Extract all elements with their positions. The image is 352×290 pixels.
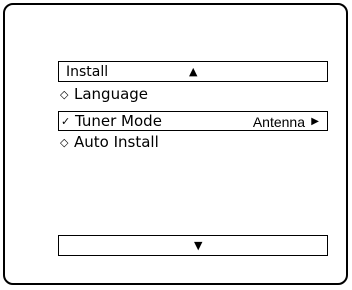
scroll-down-icon[interactable]: ▼ bbox=[194, 238, 202, 254]
tuner-mode-value: Antenna bbox=[252, 114, 305, 130]
menu-title: Install bbox=[66, 64, 109, 80]
diamond-bullet-icon: ◇ bbox=[60, 136, 69, 149]
scroll-up-icon[interactable]: ▲ bbox=[189, 64, 197, 80]
menu-header: Install ▲ bbox=[58, 61, 328, 82]
menu-footer: ▼ bbox=[58, 235, 328, 256]
menu-item-auto-install[interactable]: ◇ Auto Install bbox=[58, 133, 328, 153]
check-icon: ✓ bbox=[61, 115, 71, 128]
menu-item-tuner-mode[interactable]: ✓ Tuner Mode Antenna ▶ bbox=[58, 111, 328, 131]
right-arrow-icon[interactable]: ▶ bbox=[311, 115, 319, 129]
diamond-bullet-icon: ◇ bbox=[60, 88, 69, 101]
menu-item-language[interactable]: ◇ Language bbox=[58, 85, 328, 105]
menu-item-label: Auto Install bbox=[74, 133, 159, 151]
menu-item-label: Language bbox=[74, 85, 149, 103]
menu-item-label: Tuner Mode bbox=[75, 112, 162, 130]
